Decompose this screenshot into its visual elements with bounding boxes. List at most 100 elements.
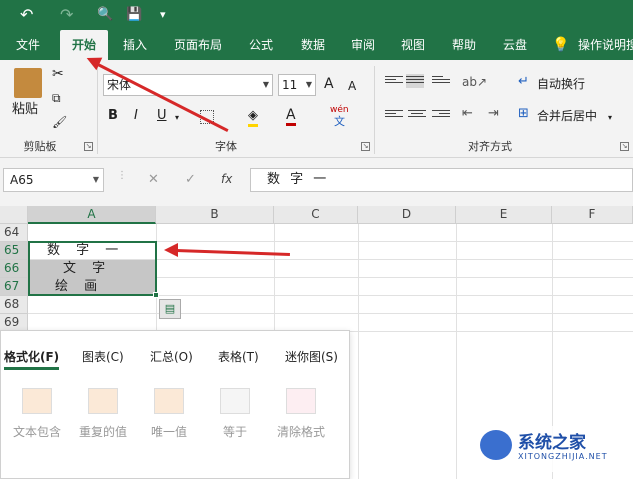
alignment-launcher-icon[interactable]: ↘: [620, 142, 629, 151]
ribbon: 粘贴 ✂ ⧉ 🖌 剪贴板 ↘ 宋体 ▼ 11 ▼ A A B I U ▾ ◈ A…: [0, 60, 633, 158]
merge-center-icon[interactable]: ⊞: [518, 106, 529, 122]
clipboard-group-label: 剪贴板: [23, 140, 57, 153]
cut-icon[interactable]: ✂: [52, 66, 64, 82]
tab-data[interactable]: 数据: [292, 30, 334, 60]
align-right-icon[interactable]: [432, 108, 450, 122]
decrease-indent-icon[interactable]: ⇤: [462, 106, 473, 122]
select-all-corner[interactable]: [0, 206, 28, 224]
clipboard-launcher-icon[interactable]: ↘: [84, 142, 93, 151]
increase-indent-icon[interactable]: ⇥: [488, 106, 499, 122]
font-name-combo[interactable]: 宋体 ▼: [103, 74, 273, 96]
watermark-title: 系统之家: [518, 433, 586, 453]
duplicate-values-icon[interactable]: [88, 388, 118, 414]
tab-formatting[interactable]: 格式化(F): [4, 348, 60, 370]
row-header-66[interactable]: 66: [0, 260, 28, 278]
row-header-68[interactable]: 68: [0, 296, 28, 314]
underline-button[interactable]: U: [157, 108, 167, 124]
tab-review[interactable]: 审阅: [342, 30, 384, 60]
column-header-e[interactable]: E: [456, 206, 552, 224]
tab-sparklines[interactable]: 迷你图(S): [285, 348, 338, 365]
clear-format-label[interactable]: 清除格式: [273, 423, 329, 440]
undo-icon[interactable]: ↶: [20, 6, 33, 24]
tab-cloud[interactable]: 云盘: [494, 30, 536, 60]
column-header-f[interactable]: F: [552, 206, 633, 224]
merge-center-button[interactable]: 合并后居中: [537, 108, 597, 124]
tab-view[interactable]: 视图: [392, 30, 434, 60]
redo-icon[interactable]: ↷: [60, 6, 73, 24]
italic-button[interactable]: I: [134, 108, 138, 124]
text-contains-icon[interactable]: [22, 388, 52, 414]
align-middle-icon[interactable]: [406, 74, 424, 88]
orientation-icon[interactable]: ab↗: [462, 74, 487, 90]
shrink-font-icon[interactable]: A: [348, 78, 356, 94]
tell-me-search[interactable]: 操作说明搜: [578, 30, 633, 60]
format-painter-icon[interactable]: 🖌: [52, 114, 67, 130]
watermark-url: XITONGZHIJIA.NET: [518, 452, 608, 461]
font-size-value: 11: [282, 78, 298, 92]
cell-a65[interactable]: 数 字 一: [29, 242, 155, 259]
print-preview-icon[interactable]: 🔍: [97, 6, 113, 24]
name-box-value: A65: [10, 173, 34, 187]
chevron-down-icon[interactable]: ▾: [175, 110, 179, 126]
tab-charts[interactable]: 图表(C): [82, 348, 124, 365]
tab-totals[interactable]: 汇总(O): [150, 348, 193, 365]
font-group-label: 字体: [215, 140, 237, 153]
chevron-down-icon: ▼: [305, 80, 312, 89]
column-header-c[interactable]: C: [274, 206, 358, 224]
grow-font-icon[interactable]: A: [324, 76, 334, 92]
tab-home[interactable]: 开始: [60, 30, 108, 60]
row-header-64[interactable]: 64: [0, 224, 28, 242]
chevron-down-icon: ▼: [92, 175, 99, 184]
paste-icon[interactable]: [14, 68, 42, 98]
chevron-down-icon[interactable]: ▾: [608, 110, 612, 126]
customize-qat-icon[interactable]: ▾: [160, 6, 166, 24]
text-contains-label[interactable]: 文本包含: [9, 423, 65, 440]
alignment-group-label: 对齐方式: [468, 140, 512, 153]
tab-insert[interactable]: 插入: [114, 30, 156, 60]
equal-to-label[interactable]: 等于: [207, 423, 263, 440]
unique-values-label[interactable]: 唯一值: [141, 423, 197, 440]
formula-input[interactable]: 数 字 一: [250, 168, 633, 192]
font-color-icon[interactable]: A: [286, 107, 296, 126]
tab-file[interactable]: 文件: [4, 30, 52, 60]
align-bottom-icon[interactable]: [432, 74, 450, 88]
cancel-icon[interactable]: ✕: [148, 172, 159, 187]
align-top-icon[interactable]: [385, 74, 403, 88]
tab-formulas[interactable]: 公式: [240, 30, 282, 60]
lightbulb-icon[interactable]: 💡: [552, 30, 569, 60]
fill-color-icon[interactable]: ◈: [248, 108, 258, 127]
wrap-text-button[interactable]: 自动换行: [537, 76, 585, 92]
font-size-combo[interactable]: 11 ▼: [278, 74, 316, 96]
quick-analysis-icon[interactable]: ▤: [159, 299, 181, 319]
name-box[interactable]: A65 ▼: [3, 168, 104, 192]
tab-help[interactable]: 帮助: [443, 30, 485, 60]
row-header-67[interactable]: 67: [0, 278, 28, 296]
save-icon[interactable]: 💾: [126, 6, 142, 24]
bold-button[interactable]: B: [108, 108, 118, 124]
equal-to-icon[interactable]: [220, 388, 250, 414]
watermark: 系统之家 XITONGZHIJIA.NET: [476, 426, 626, 472]
duplicate-values-label[interactable]: 重复的值: [75, 423, 131, 440]
drag-handle-icon[interactable]: ⋮: [117, 170, 127, 181]
column-header-a[interactable]: A: [28, 206, 156, 224]
cell-a67[interactable]: 绘 画: [29, 278, 155, 295]
insert-function-icon[interactable]: fx: [221, 172, 232, 186]
title-bar: ↶ ↷ 🔍 💾 ▾: [0, 0, 633, 30]
cell-a66[interactable]: 文 字: [29, 260, 155, 277]
wrap-text-icon[interactable]: ↵: [518, 74, 529, 90]
copy-icon[interactable]: ⧉: [52, 90, 61, 106]
tab-tables[interactable]: 表格(T): [218, 348, 259, 365]
font-launcher-icon[interactable]: ↘: [361, 142, 370, 151]
column-header-d[interactable]: D: [358, 206, 456, 224]
align-left-icon[interactable]: [385, 108, 403, 122]
clear-format-icon[interactable]: [286, 388, 316, 414]
paste-button[interactable]: 粘贴: [12, 102, 38, 118]
phonetic-char: 文: [334, 115, 345, 128]
row-header-65[interactable]: 65: [0, 242, 28, 260]
enter-icon[interactable]: ✓: [185, 172, 196, 187]
column-header-b[interactable]: B: [156, 206, 274, 224]
tab-page-layout[interactable]: 页面布局: [168, 30, 228, 60]
watermark-logo-icon: [480, 430, 512, 460]
align-center-icon[interactable]: [408, 108, 426, 122]
unique-values-icon[interactable]: [154, 388, 184, 414]
